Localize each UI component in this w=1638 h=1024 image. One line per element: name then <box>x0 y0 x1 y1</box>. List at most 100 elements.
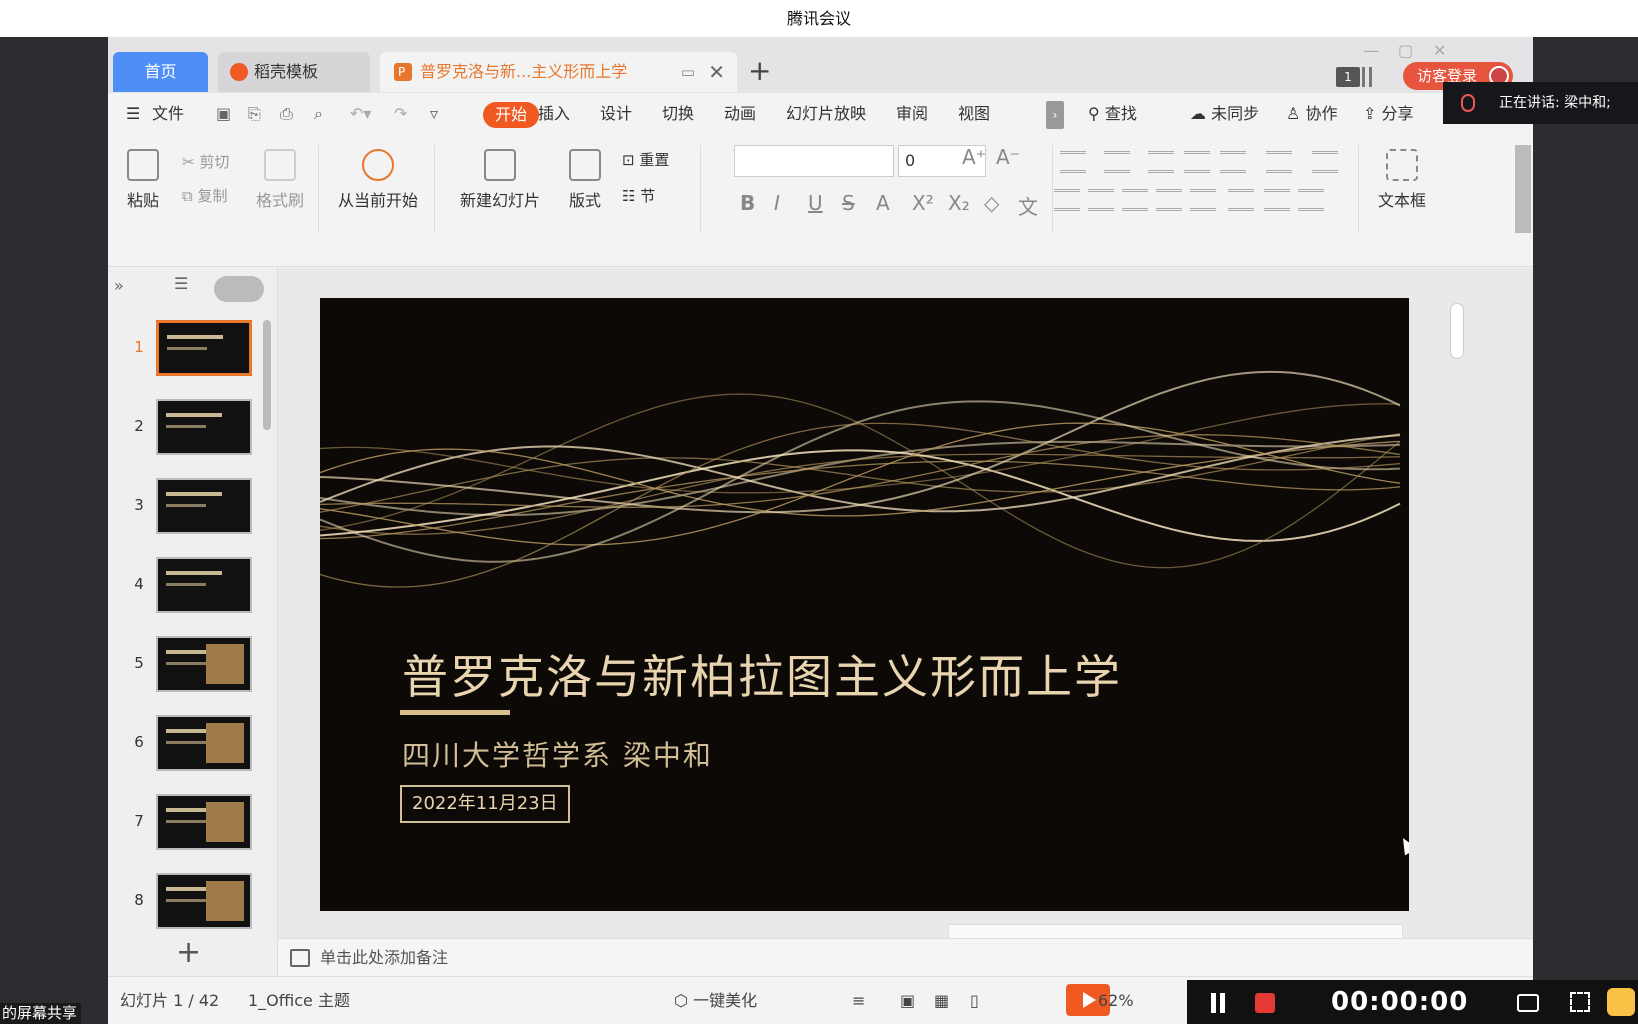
save-icon[interactable]: ▣ <box>216 93 231 135</box>
tab-template[interactable]: 稻壳模板 <box>218 52 370 92</box>
font-name-select[interactable] <box>734 145 894 177</box>
numbered-list-icon[interactable] <box>1104 151 1130 173</box>
subscript-icon[interactable]: X₂ <box>948 191 970 215</box>
phonetic-icon[interactable]: 文 <box>1018 191 1038 220</box>
slide-thumbnail[interactable] <box>156 320 252 376</box>
maximize-icon[interactable]: ▢ <box>1398 41 1413 60</box>
exit-fullscreen-icon[interactable] <box>1570 992 1590 1012</box>
underline-icon[interactable]: U <box>808 191 823 215</box>
search-button[interactable]: ⚲ 查找 <box>1088 93 1137 135</box>
close-tab-icon[interactable]: ✕ <box>708 52 725 92</box>
ribbon-tab-slideshow[interactable]: 幻灯片放映 <box>786 93 866 135</box>
quick-access-dropdown-icon[interactable]: ▿ <box>430 93 438 135</box>
ribbon-scroll-right-icon[interactable] <box>1515 145 1531 233</box>
ribbon-tab-animation[interactable]: 动画 <box>724 93 756 135</box>
pane-scrollbar[interactable] <box>263 320 271 430</box>
collapse-pane-icon[interactable]: » <box>114 276 124 295</box>
minimize-icon[interactable]: — <box>1363 41 1379 60</box>
from-current-button[interactable]: 从当前开始 <box>330 149 426 211</box>
increase-font-icon[interactable]: A⁺ <box>962 145 986 169</box>
distribute-icon[interactable] <box>1190 189 1216 211</box>
print-preview-icon[interactable]: ⌕ <box>314 93 323 135</box>
slide-subtitle[interactable]: 四川大学哲学系 梁中和 <box>402 734 713 774</box>
more-tabs-icon[interactable]: › <box>1046 101 1064 129</box>
increase-indent-icon[interactable] <box>1184 151 1210 173</box>
section-button[interactable]: ☷ 节 <box>622 185 655 206</box>
slide-thumbnail[interactable] <box>156 715 252 771</box>
sync-button[interactable]: ☁ 未同步 <box>1190 93 1259 135</box>
new-slide-button[interactable]: 新建幻灯片 <box>452 149 548 211</box>
reset-button[interactable]: ⊡ 重置 <box>622 149 669 170</box>
export-icon[interactable]: ⎘ <box>248 93 261 135</box>
close-window-icon[interactable]: ✕ <box>1433 41 1446 60</box>
decrease-font-icon[interactable]: A⁻ <box>996 145 1020 169</box>
float-window-icon[interactable]: ▭ <box>681 52 695 92</box>
slide-thumbnail[interactable] <box>156 794 252 850</box>
slide-thumbnail[interactable] <box>156 399 252 455</box>
floating-toolbar[interactable] <box>948 924 1403 938</box>
sogou-input-icon[interactable] <box>1607 988 1635 1016</box>
decrease-indent-icon[interactable] <box>1148 151 1174 173</box>
add-slide-button[interactable]: + <box>176 935 201 970</box>
columns-icon[interactable] <box>1220 151 1246 173</box>
print-icon[interactable]: ⎙ <box>280 93 293 135</box>
paste-button[interactable]: 粘贴 <box>120 149 166 211</box>
editor-vertical-scrollbar[interactable] <box>1448 268 1466 976</box>
slide-date-box[interactable]: 2022年11月23日 <box>400 785 570 823</box>
copy-button[interactable]: ⧉ 复制 <box>182 185 228 206</box>
italic-icon[interactable]: I <box>774 191 780 215</box>
screenshot-icon[interactable] <box>1517 994 1539 1012</box>
notes-toggle-icon[interactable]: ≡ <box>852 977 865 1024</box>
slide-thumbnail[interactable] <box>156 636 252 692</box>
notes-panel[interactable]: 单击此处添加备注 <box>278 938 1533 976</box>
slide-title[interactable]: 普罗克洛与新柏拉图主义形而上学 <box>402 641 1122 707</box>
ribbon-tab-view[interactable]: 视图 <box>958 93 990 135</box>
font-color-icon[interactable]: A <box>876 191 890 215</box>
slide-thumbnail[interactable] <box>156 873 252 929</box>
beautify-button[interactable]: ⬡ 一键美化 <box>674 977 757 1024</box>
hamburger-icon[interactable]: ☰ <box>126 93 140 135</box>
slide-thumbnail[interactable] <box>156 557 252 613</box>
align-left-icon[interactable] <box>1054 189 1080 211</box>
collab-button[interactable]: ♙ 协作 <box>1286 93 1337 135</box>
text-direction-icon[interactable] <box>1266 151 1292 173</box>
ribbon-tab-insert[interactable]: 插入 <box>538 93 570 135</box>
strikethrough-icon[interactable]: S <box>842 191 855 215</box>
thumbnail-view-icon[interactable] <box>214 276 264 302</box>
spacing-before-icon[interactable] <box>1264 189 1290 211</box>
window-list-icon[interactable] <box>1362 67 1372 87</box>
undo-icon[interactable]: ↶▾ <box>350 93 371 135</box>
stop-icon[interactable] <box>1255 993 1275 1013</box>
layout-button[interactable]: 版式 <box>560 149 610 211</box>
ribbon-tab-start[interactable]: 开始 <box>483 102 539 128</box>
normal-view-icon[interactable]: ▣ <box>900 977 915 1024</box>
align-right-icon[interactable] <box>1122 189 1148 211</box>
justify-icon[interactable] <box>1156 189 1182 211</box>
cut-button[interactable]: ✂ 剪切 <box>182 151 229 172</box>
reading-view-icon[interactable]: ▯ <box>970 977 979 1024</box>
format-painter-button[interactable]: 格式刷 <box>252 149 308 211</box>
current-slide[interactable]: 普罗克洛与新柏拉图主义形而上学 四川大学哲学系 梁中和 2022年11月23日 <box>320 298 1409 911</box>
zoom-level[interactable]: 62% <box>1098 977 1134 1024</box>
editor-scroll-thumb[interactable] <box>1450 303 1464 359</box>
slide-thumbnail[interactable] <box>156 478 252 534</box>
paragraph-spacing-icon[interactable] <box>1228 189 1254 211</box>
ribbon-tab-transition[interactable]: 切换 <box>662 93 694 135</box>
spacing-after-icon[interactable] <box>1298 189 1324 211</box>
line-spacing-icon[interactable] <box>1312 151 1338 173</box>
new-tab-button[interactable]: + <box>748 51 771 91</box>
tab-document[interactable]: 普罗克洛与新...主义形而上学 ▭ ✕ <box>380 52 737 92</box>
bold-icon[interactable]: B <box>740 191 755 215</box>
textbox-button[interactable]: 文本框 <box>1366 149 1438 211</box>
sorter-view-icon[interactable]: ▦ <box>934 977 949 1024</box>
clear-format-icon[interactable]: ◇ <box>984 191 999 215</box>
ribbon-tab-design[interactable]: 设计 <box>600 93 632 135</box>
ribbon-tab-review[interactable]: 审阅 <box>896 93 928 135</box>
notes-placeholder[interactable]: 单击此处添加备注 <box>320 939 448 977</box>
tab-home[interactable]: 首页 <box>113 52 208 92</box>
redo-icon[interactable]: ↷ <box>394 93 407 135</box>
pause-icon[interactable] <box>1211 993 1225 1013</box>
menu-file[interactable]: 文件 <box>152 93 184 135</box>
bullet-list-icon[interactable] <box>1060 151 1086 173</box>
window-count-badge[interactable]: 1 <box>1336 67 1360 87</box>
